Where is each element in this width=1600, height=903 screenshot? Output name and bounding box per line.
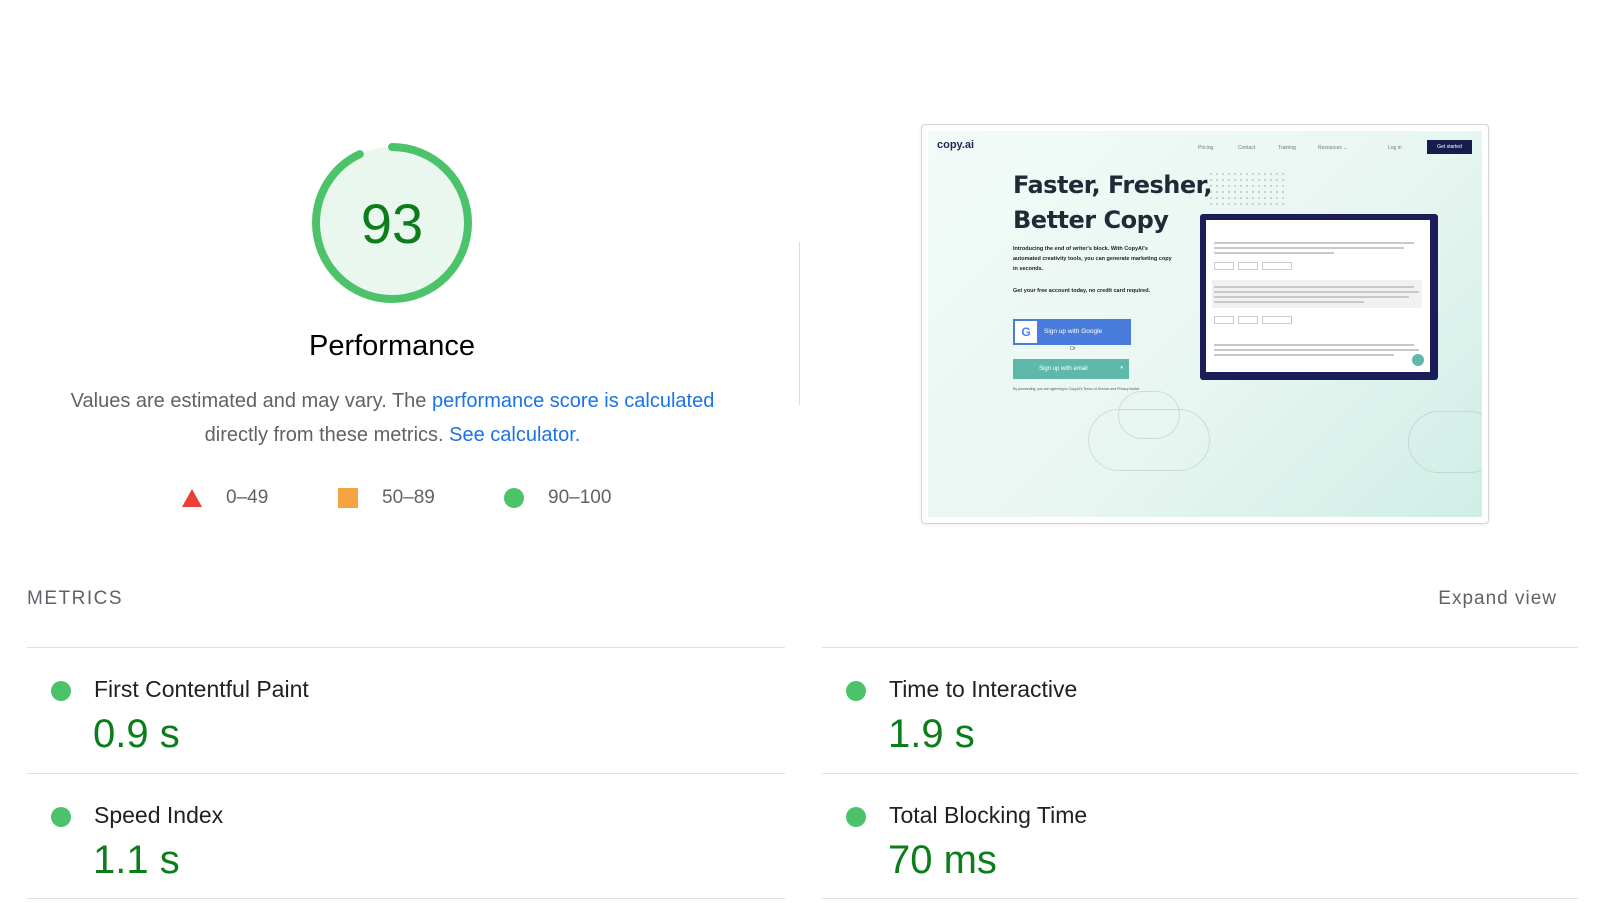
- pass-circle-icon: [846, 681, 866, 701]
- chat-icon: [1412, 354, 1424, 366]
- performance-title: Performance: [308, 330, 475, 362]
- screenshot-page: copy.ai Pricing Contact Training Resourc…: [928, 131, 1482, 517]
- metric-time-to-interactive: Time to Interactive 1.9 s: [822, 652, 1562, 772]
- performance-score-link[interactable]: performance score is calculated: [432, 390, 714, 412]
- signup-note: Get your free account today, no credit c…: [1013, 288, 1151, 294]
- divider: [822, 898, 1578, 899]
- hero-headline: Faster, Fresher, Better Copy: [1013, 168, 1213, 238]
- circle-icon: [504, 488, 524, 508]
- description-text: Values are estimated and may vary. The: [70, 390, 432, 412]
- metric-value: 0.9 s: [93, 712, 180, 756]
- score-legend: 0–49 50–89 90–100: [0, 487, 780, 517]
- email-signup-button: Sign up with email ▾: [1013, 359, 1129, 379]
- divider: [822, 773, 1578, 774]
- email-signup-label: Sign up with email: [1039, 366, 1088, 372]
- metric-value: 1.9 s: [888, 712, 975, 756]
- nav-training: Training: [1278, 145, 1296, 151]
- description-text-2: directly from these metrics.: [204, 424, 444, 446]
- vertical-divider: [799, 242, 800, 405]
- google-signup-label: Sign up with Google: [1044, 328, 1103, 335]
- metric-name: Time to Interactive: [889, 676, 1078, 702]
- nav-login: Log in: [1388, 145, 1402, 151]
- divider: [822, 647, 1578, 648]
- metric-value: 70 ms: [888, 838, 997, 882]
- copyai-logo: copy.ai: [937, 139, 974, 151]
- metric-value: 1.1 s: [93, 838, 180, 882]
- legend-fail: 0–49: [182, 487, 268, 509]
- or-divider: Or: [1070, 346, 1076, 352]
- legal-text: By proceeding, you are agreeing to CopyA…: [1013, 387, 1140, 391]
- legend-range-average: 50–89: [382, 487, 435, 508]
- headline-line-2: Better Copy: [1013, 206, 1169, 234]
- divider: [27, 647, 785, 648]
- metric-total-blocking-time: Total Blocking Time 70 ms: [822, 778, 1562, 898]
- divider: [27, 898, 785, 899]
- nav-resources: Resources ⌄: [1318, 145, 1348, 151]
- performance-score: 93: [360, 191, 424, 255]
- legend-average: 50–89: [338, 487, 435, 509]
- hero-intro: Introducing the end of writer's block. W…: [1013, 246, 1172, 272]
- metrics-heading: METRICS: [27, 588, 123, 609]
- decor-dots: [1208, 171, 1286, 209]
- square-icon: [338, 488, 358, 508]
- final-screenshot[interactable]: copy.ai Pricing Contact Training Resourc…: [921, 124, 1489, 524]
- metric-name: First Contentful Paint: [94, 676, 309, 702]
- legend-pass: 90–100: [504, 487, 611, 509]
- google-icon: G: [1015, 321, 1037, 343]
- product-preview: [1200, 214, 1438, 380]
- get-started-button: Get started: [1427, 140, 1472, 154]
- see-calculator-link[interactable]: See calculator.: [449, 424, 580, 446]
- pass-circle-icon: [51, 681, 71, 701]
- metric-name: Total Blocking Time: [889, 802, 1088, 828]
- metric-speed-index: Speed Index 1.1 s: [27, 778, 767, 898]
- legend-range-fail: 0–49: [226, 487, 269, 508]
- performance-gauge: 93: [310, 141, 474, 305]
- product-preview-content: [1206, 220, 1430, 372]
- nav-pricing: Pricing: [1198, 145, 1214, 151]
- headline-line-1: Faster, Fresher,: [1013, 171, 1213, 199]
- pass-circle-icon: [846, 807, 866, 827]
- nav-contact: Contact: [1238, 145, 1256, 151]
- legend-range-pass: 90–100: [548, 487, 612, 508]
- triangle-icon: [182, 489, 202, 507]
- logo-text: copy.ai: [937, 139, 975, 151]
- decor-blob: [1408, 411, 1482, 473]
- chevron-down-icon: ▾: [1120, 365, 1123, 371]
- expand-view-toggle[interactable]: Expand view: [1438, 588, 1557, 610]
- decor-blob: [1088, 409, 1210, 471]
- pass-circle-icon: [51, 807, 71, 827]
- metric-name: Speed Index: [94, 802, 224, 828]
- divider: [27, 773, 785, 774]
- google-signup-button: G Sign up with Google: [1013, 319, 1131, 345]
- score-description: Values are estimated and may vary. The p…: [40, 384, 745, 452]
- metric-first-contentful-paint: First Contentful Paint 0.9 s: [27, 652, 767, 772]
